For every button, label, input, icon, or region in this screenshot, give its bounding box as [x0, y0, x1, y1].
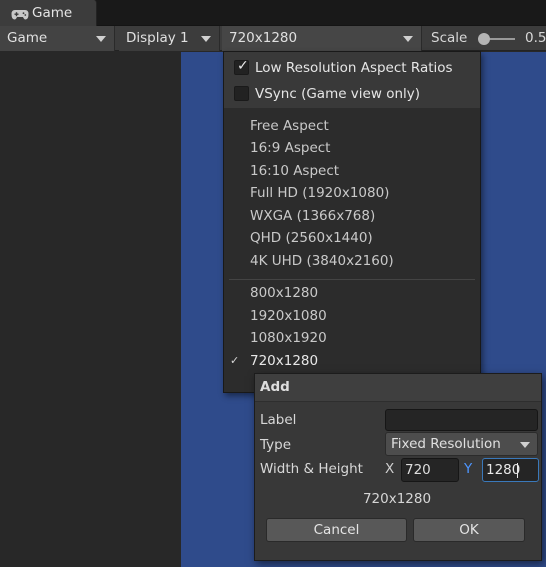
vsync-option[interactable]: VSync (Game view only) — [224, 83, 480, 107]
cancel-button[interactable]: Cancel — [266, 518, 407, 542]
size-field-label: Width & Height — [260, 461, 363, 477]
view-mode-dropdown[interactable]: Game — [0, 26, 115, 51]
x-label: X — [385, 461, 395, 477]
tab-game[interactable]: Game — [0, 0, 97, 27]
view-mode-label: Game — [7, 30, 48, 46]
low-res-aspect-option[interactable]: ✓ Low Resolution Aspect Ratios — [224, 56, 480, 80]
tab-label: Game — [32, 5, 73, 21]
scale-label: Scale — [431, 30, 468, 46]
menu-separator — [229, 279, 475, 280]
dialog-header: Add — [255, 374, 541, 402]
menu-item-720x1280[interactable]: 720x1280 — [250, 353, 318, 369]
chevron-down-icon — [403, 36, 413, 42]
add-resolution-dialog: Add Label Type Fixed Resolution Width & … — [254, 373, 542, 561]
resolution-dropdown[interactable]: 720x1280 — [222, 26, 422, 51]
gamepad-icon — [11, 8, 29, 20]
menu-item-800x1280[interactable]: 800x1280 — [250, 285, 318, 301]
display-label: Display 1 — [126, 30, 189, 46]
type-value: Fixed Resolution — [391, 436, 501, 452]
chevron-down-icon — [96, 36, 106, 42]
low-res-checkbox[interactable]: ✓ — [234, 58, 249, 75]
menu-item-wxga[interactable]: WXGA (1366x768) — [250, 208, 375, 224]
width-input[interactable]: 720 — [401, 458, 459, 482]
type-dropdown[interactable]: Fixed Resolution — [385, 432, 538, 456]
resolution-label: 720x1280 — [229, 30, 298, 46]
menu-item-1920x1080[interactable]: 1920x1080 — [250, 308, 327, 324]
chevron-down-icon — [201, 36, 211, 42]
display-dropdown[interactable]: Display 1 — [119, 26, 220, 51]
menu-options: ✓ Low Resolution Aspect Ratios VSync (Ga… — [224, 52, 480, 108]
left-panel — [0, 52, 181, 567]
text-caret — [517, 463, 518, 478]
chevron-down-icon — [520, 442, 530, 448]
height-input[interactable]: 1280 — [482, 458, 539, 482]
menu-item-free-aspect[interactable]: Free Aspect — [250, 118, 329, 134]
dialog-title: Add — [260, 379, 290, 395]
height-value: 1280 — [486, 462, 521, 478]
vsync-checkbox[interactable] — [234, 86, 249, 101]
resolution-preview: 720x1280 — [362, 491, 432, 507]
selected-check-icon: ✓ — [230, 354, 240, 367]
resolution-menu: ✓ Low Resolution Aspect Ratios VSync (Ga… — [223, 51, 481, 393]
label-input[interactable] — [385, 409, 538, 431]
checkmark-icon: ✓ — [237, 58, 249, 74]
type-field-label: Type — [260, 437, 292, 453]
menu-item-full-hd[interactable]: Full HD (1920x1080) — [250, 185, 389, 201]
menu-item-16-10[interactable]: 16:10 Aspect — [250, 163, 339, 179]
menu-item-1080x1920[interactable]: 1080x1920 — [250, 330, 327, 346]
ok-button[interactable]: OK — [413, 518, 525, 542]
menu-item-16-9[interactable]: 16:9 Aspect — [250, 140, 330, 156]
label-field-label: Label — [260, 412, 297, 428]
vsync-label: VSync (Game view only) — [255, 86, 421, 102]
menu-item-4k-uhd[interactable]: 4K UHD (3840x2160) — [250, 253, 394, 269]
low-res-label: Low Resolution Aspect Ratios — [255, 60, 453, 76]
scale-value: 0.5 — [525, 30, 546, 46]
menu-item-qhd[interactable]: QHD (2560x1440) — [250, 230, 373, 246]
width-value: 720 — [405, 462, 431, 478]
y-label: Y — [464, 461, 473, 477]
